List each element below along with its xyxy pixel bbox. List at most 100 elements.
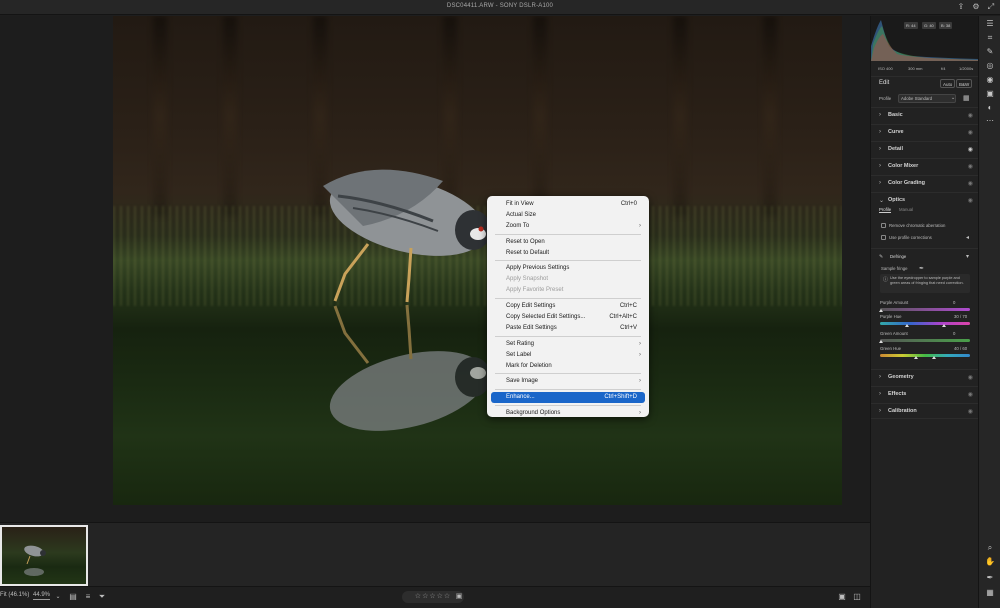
tab-profile[interactable]: Profile [879, 207, 892, 213]
eye-icon[interactable]: ◉ [968, 391, 973, 398]
zoom-icon[interactable]: ⌕ [984, 542, 996, 554]
section-basic[interactable]: › Basic ◉ [871, 107, 979, 123]
fit-zoom-label[interactable]: Fit (46.1%) [0, 592, 29, 598]
gear-icon[interactable]: ⚙ [971, 2, 981, 12]
eye-icon[interactable]: ◉ [968, 112, 973, 119]
use-profile-checkbox[interactable] [881, 235, 886, 240]
section-label: Color Grading [888, 180, 925, 186]
auto-button[interactable]: Auto [940, 79, 956, 88]
menu-item-enhance[interactable]: Enhance... Ctrl+Shift+D [491, 392, 645, 404]
menu-item-paste-edit-settings[interactable]: Paste Edit Settings Ctrl+V [491, 323, 645, 334]
purple-hue-knob-left[interactable] [905, 324, 909, 327]
bottom-bar: Fit (46.1%) 44.9% ⌄ ▤ ≡ ⏷ ☆☆☆☆☆ ▣ ▣ ◫ [0, 586, 870, 608]
green-hue-knob-right[interactable] [932, 356, 936, 359]
purple-amount-value[interactable]: 0 [953, 300, 955, 305]
eye-icon[interactable]: ◉ [968, 408, 973, 415]
section-detail[interactable]: › Detail ◉ [871, 141, 979, 157]
bw-button[interactable]: B&W [956, 79, 973, 88]
eye-icon[interactable]: ◉ [968, 163, 973, 170]
delete-mark-icon[interactable]: ▣ [453, 591, 465, 603]
menu-item-mark-for-deletion[interactable]: Mark for Deletion [491, 361, 645, 372]
section-calibration[interactable]: › Calibration ◉ [871, 403, 979, 419]
eyedropper-icon[interactable]: ✒ [919, 265, 924, 272]
eye-icon[interactable]: ◉ [968, 146, 973, 153]
menu-item-reset-to-default[interactable]: Reset to Default [491, 248, 645, 259]
menu-item-actual-size[interactable]: Actual Size [491, 210, 645, 221]
profile-label: Profile [879, 96, 892, 101]
profile-chevron-icon[interactable]: ⌄ [951, 95, 955, 101]
app-window: DSC04411.ARW - SONY DSLR-A100 ⇪ ⚙ ⤢ Fit … [0, 0, 1000, 608]
section-geometry[interactable]: › Geometry ◉ [871, 369, 979, 385]
purple-hue-value[interactable]: 30 / 70 [954, 314, 967, 319]
menu-item-fit-in-view[interactable]: Fit in View Ctrl+0 [491, 199, 645, 210]
chevron-right-icon: › [879, 374, 881, 380]
green-hue-value[interactable]: 40 / 60 [954, 346, 967, 351]
menu-item-background-options[interactable]: Background Options › [491, 408, 645, 419]
menu-item-shortcut: Ctrl+C [619, 303, 637, 310]
photo-preview[interactable] [113, 16, 842, 505]
remove-ca-checkbox[interactable] [881, 223, 886, 228]
menu-item-reset-to-open[interactable]: Reset to Open [491, 237, 645, 248]
crop-icon[interactable]: ⌗ [984, 32, 996, 44]
section-color-mixer[interactable]: › Color Mixer ◉ [871, 158, 979, 174]
green-hue-slider[interactable] [880, 354, 970, 357]
more-options-icon[interactable]: ⋯ [984, 115, 996, 127]
submenu-chevron-icon: › [639, 351, 641, 358]
defringe-icon: ✎ [879, 254, 884, 260]
chevron-right-icon: › [879, 180, 881, 186]
histogram-g-value: G: 40 [922, 22, 936, 29]
grid-overlay-icon[interactable]: ▦ [984, 587, 996, 599]
tab-manual[interactable]: Manual [899, 207, 913, 212]
image-canvas[interactable] [0, 16, 870, 522]
chevron-right-icon: › [879, 129, 881, 135]
menu-item-label: Paste Edit Settings [506, 324, 557, 331]
section-optics[interactable]: ⌄ Optics ◉ [871, 192, 979, 208]
section-effects[interactable]: › Effects ◉ [871, 386, 979, 402]
filmstrip-thumbnail[interactable] [0, 525, 88, 586]
profile-select[interactable]: Adobe Standard [898, 94, 956, 103]
caret-left-icon[interactable]: ◂ [966, 234, 969, 241]
menu-item-apply-previous-settings[interactable]: Apply Previous Settings [491, 263, 645, 274]
menu-item-set-rating[interactable]: Set Rating › [491, 339, 645, 350]
green-amount-slider[interactable] [880, 339, 970, 342]
section-curve[interactable]: › Curve ◉ [871, 124, 979, 140]
green-hue-knob-left[interactable] [914, 356, 918, 359]
submenu-chevron-icon: › [639, 378, 641, 385]
snapshots-icon[interactable]: ▣ [984, 88, 996, 100]
zoom-dropdown-chevron-icon[interactable]: ⌄ [52, 591, 64, 603]
green-amount-value[interactable]: 0 [953, 331, 955, 336]
filmstrip-view-icon[interactable]: ▤ [67, 591, 79, 603]
share-icon[interactable]: ⇪ [956, 2, 966, 12]
menu-item-copy-selected-edit-settings[interactable]: Copy Selected Edit Settings... Ctrl+Alt+C [491, 312, 645, 323]
purple-hue-slider[interactable] [880, 322, 970, 325]
red-eye-icon[interactable]: ◉ [984, 74, 996, 86]
section-color-grading[interactable]: › Color Grading ◉ [871, 175, 979, 191]
purple-amount-slider[interactable] [880, 308, 970, 311]
profile-browser-icon[interactable]: ▦ [963, 94, 970, 102]
healing-brush-icon[interactable]: ✎ [984, 46, 996, 58]
purple-amount-knob[interactable] [879, 309, 883, 312]
menu-item-save-image[interactable]: Save Image › [491, 376, 645, 387]
eye-icon[interactable]: ◉ [968, 374, 973, 381]
hand-icon[interactable]: ✋ [984, 556, 996, 568]
eye-icon[interactable]: ◉ [968, 129, 973, 136]
eye-icon[interactable]: ◉ [968, 180, 973, 187]
masking-icon[interactable]: ◎ [984, 60, 996, 72]
compare-view-icon[interactable]: ◫ [851, 591, 863, 603]
menu-item-zoom-to[interactable]: Zoom To › [491, 221, 645, 232]
menu-item-copy-edit-settings[interactable]: Copy Edit Settings Ctrl+C [491, 301, 645, 312]
green-amount-knob[interactable] [879, 340, 883, 343]
presets-icon[interactable]: ◐ [984, 102, 996, 114]
sort-icon[interactable]: ≡ [82, 591, 94, 603]
menu-item-set-label[interactable]: Set Label › [491, 350, 645, 361]
defringe-collapse-icon[interactable]: ▾ [966, 253, 969, 260]
expand-icon[interactable]: ⤢ [986, 2, 996, 12]
edit-sliders-icon[interactable]: ☰ [984, 18, 996, 30]
eye-icon[interactable]: ◉ [968, 197, 973, 204]
filter-icon[interactable]: ⏷ [96, 591, 108, 603]
zoom-value[interactable]: 44.9% [33, 592, 51, 600]
color-sampler-icon[interactable]: ✒ [984, 572, 996, 584]
single-view-icon[interactable]: ▣ [836, 591, 848, 603]
purple-amount-label: Purple Amount [880, 300, 909, 305]
purple-hue-knob-right[interactable] [942, 324, 946, 327]
